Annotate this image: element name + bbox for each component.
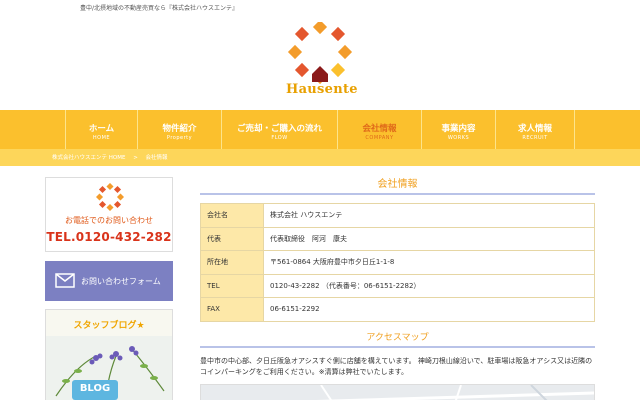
contact-form-label: お問い合わせフォーム xyxy=(81,277,161,286)
site-logo[interactable]: Hausente xyxy=(278,22,362,102)
nav-recruit-label: 求人情報 xyxy=(517,124,552,134)
logo-mark-icon xyxy=(287,22,353,84)
access-note: 豊中市の中心部、夕日丘阪急オアシスすぐ側に店舗を構えています。 神崎刀根山線沿い… xyxy=(200,356,593,376)
breadcrumb-current: 会社情報 xyxy=(145,155,168,161)
map-image xyxy=(201,384,594,400)
nav-home[interactable]: ホーム HOME xyxy=(65,110,137,149)
nav-works-sublabel: WORKS xyxy=(447,135,470,141)
staff-blog-label: スタッフブログ★ xyxy=(73,321,145,331)
nav-recruit[interactable]: 求人情報 RECRUIT xyxy=(495,110,575,149)
row-key: FAX xyxy=(200,297,264,322)
phone-contact-label: お電話でのお問い合わせ xyxy=(65,216,153,225)
contact-form-button[interactable]: お問い合わせフォーム xyxy=(45,261,173,301)
row-value: 株式会社 ハウスエンテ xyxy=(263,203,595,228)
staff-blog-banner[interactable]: スタッフブログ★ BLOG xyxy=(45,309,173,400)
row-value: 〒561-0864 大阪府豊中市夕日丘1-1-8 xyxy=(263,250,595,275)
table-row: 代表 代表取締役 阿河 康夫 xyxy=(200,226,595,251)
phone-contact-banner[interactable]: お電話でのお問い合わせ TEL.0120-432-282 xyxy=(45,177,173,252)
breadcrumb-home-link[interactable]: 株式会社ハウスエンテ HOME xyxy=(52,155,125,161)
nav-company-sublabel: COMPANY xyxy=(365,135,394,141)
mail-icon xyxy=(55,273,75,288)
row-key: 所在地 xyxy=(200,250,264,275)
page-title: 会社情報 xyxy=(200,177,595,195)
row-value: 06-6151-2292 xyxy=(263,297,595,322)
table-row: TEL 0120-43-2282 （代表番号：06-6151-2282） xyxy=(200,273,595,298)
nav-company[interactable]: 会社情報 COMPANY xyxy=(337,110,421,149)
blog-badge: BLOG xyxy=(79,383,111,394)
nav-company-label: 会社情報 xyxy=(362,124,397,134)
main-content: 会社情報 会社名 株式会社 ハウスエンテ 代表 代表取締役 阿河 康夫 所在地 … xyxy=(200,177,595,400)
nav-property-label: 物件紹介 xyxy=(162,124,197,134)
row-key: 代表 xyxy=(200,226,264,251)
sidebar: お電話でのお問い合わせ TEL.0120-432-282 お問い合わせフォーム … xyxy=(45,177,173,400)
nav-flow-label: ご売却・ご購入の流れ xyxy=(236,124,322,134)
logo-mark-icon xyxy=(96,183,124,211)
row-value: 0120-43-2282 （代表番号：06-6151-2282） xyxy=(263,273,595,298)
table-row: 会社名 株式会社 ハウスエンテ xyxy=(200,203,595,228)
breadcrumb: 株式会社ハウスエンテ HOME > 会社情報 xyxy=(0,149,640,166)
nav-recruit-sublabel: RECRUIT xyxy=(522,135,548,141)
nav-property-sublabel: Property xyxy=(166,135,193,141)
table-row: FAX 06-6151-2292 xyxy=(200,297,595,322)
nav-works-label: 事業内容 xyxy=(441,124,476,134)
phone-number[interactable]: TEL.0120-432-282 xyxy=(46,230,172,244)
access-map-heading: アクセスマップ xyxy=(200,332,595,348)
nav-flow-sublabel: FLOW xyxy=(271,135,288,141)
nav-flow[interactable]: ご売却・ご購入の流れ FLOW xyxy=(221,110,337,149)
row-value: 代表取締役 阿河 康夫 xyxy=(263,226,595,251)
nav-home-label: ホーム xyxy=(88,124,115,134)
company-info-table: 会社名 株式会社 ハウスエンテ 代表 代表取締役 阿河 康夫 所在地 〒561-… xyxy=(200,203,595,322)
table-row: 所在地 〒561-0864 大阪府豊中市夕日丘1-1-8 xyxy=(200,250,595,275)
row-key: 会社名 xyxy=(200,203,264,228)
nav-home-sublabel: HOME xyxy=(92,135,111,141)
access-map[interactable] xyxy=(200,383,595,400)
main-nav: ホーム HOME 物件紹介 Property ご売却・ご購入の流れ FLOW 会… xyxy=(0,110,640,149)
logo-text: Hausente xyxy=(286,82,358,97)
tagline: 豊中/北摂地域の不動産売買なら『株式会社ハウスエンテ』 xyxy=(80,5,239,12)
nav-works[interactable]: 事業内容 WORKS xyxy=(421,110,495,149)
breadcrumb-separator: > xyxy=(133,155,138,161)
row-key: TEL xyxy=(200,273,264,298)
nav-property[interactable]: 物件紹介 Property xyxy=(137,110,221,149)
